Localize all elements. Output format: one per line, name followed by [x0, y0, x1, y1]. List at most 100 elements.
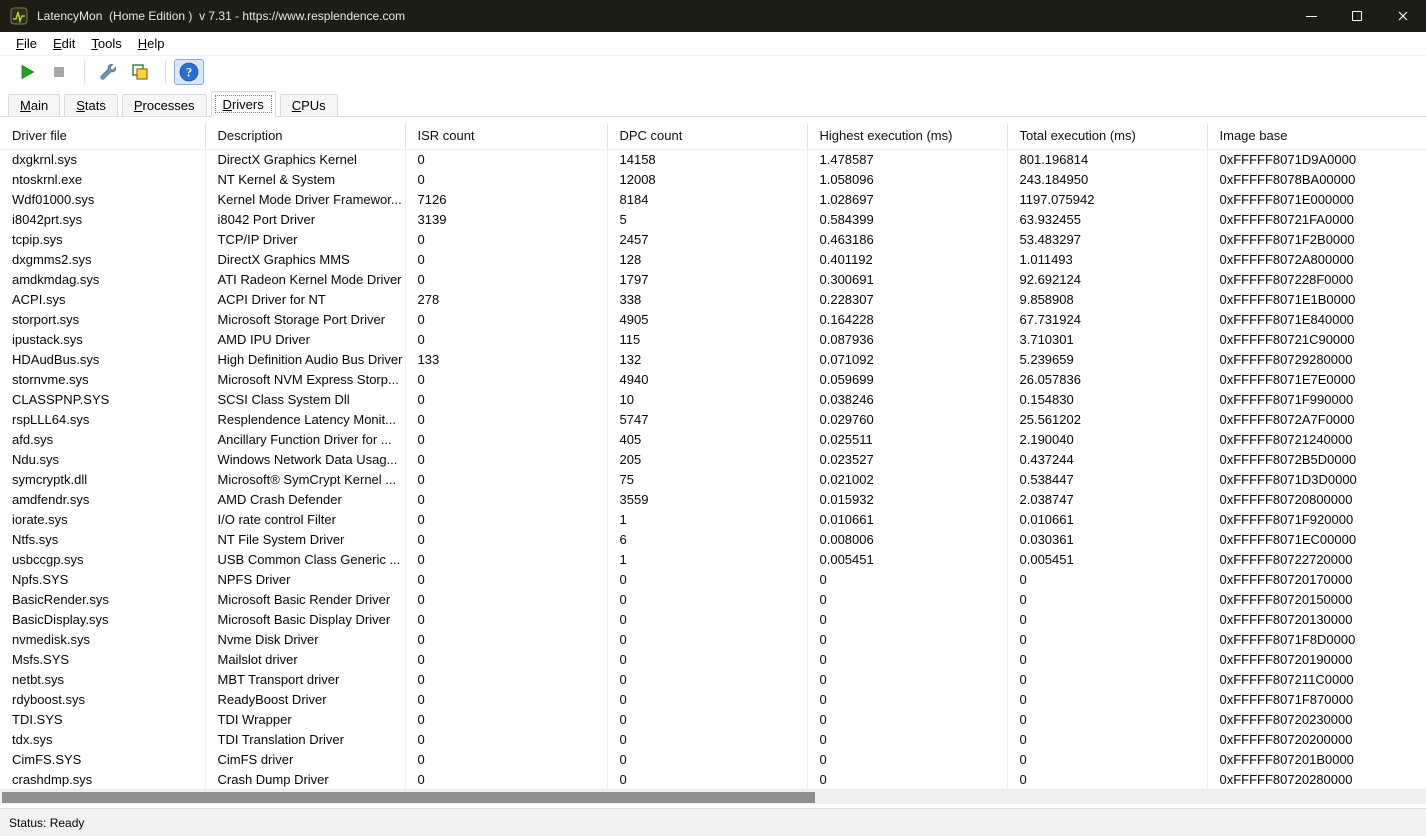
cell: 0xFFFFF8071E1B0000	[1207, 289, 1426, 309]
tab-stats[interactable]: Stats	[64, 94, 118, 116]
minimize-button[interactable]	[1288, 0, 1334, 32]
cell: Microsoft Basic Display Driver	[205, 609, 405, 629]
table-row[interactable]: rspLLL64.sysResplendence Latency Monit..…	[0, 409, 1426, 429]
maximize-button[interactable]	[1334, 0, 1380, 32]
cell: 0	[405, 429, 607, 449]
cell: Crash Dump Driver	[205, 769, 405, 789]
table-row[interactable]: HDAudBus.sysHigh Definition Audio Bus Dr…	[0, 349, 1426, 369]
table-row[interactable]: BasicDisplay.sysMicrosoft Basic Display …	[0, 609, 1426, 629]
table-row[interactable]: symcryptk.dllMicrosoft® SymCrypt Kernel …	[0, 469, 1426, 489]
column-header-isr-count[interactable]: ISR count	[405, 123, 607, 149]
cell: 3559	[607, 489, 807, 509]
tab-cpus[interactable]: CPUs	[280, 94, 338, 116]
cell: 0	[807, 649, 1007, 669]
menu-item-file[interactable]: File	[8, 34, 45, 53]
cell: 5.239659	[1007, 349, 1207, 369]
table-row[interactable]: BasicRender.sysMicrosoft Basic Render Dr…	[0, 589, 1426, 609]
table-row[interactable]: tcpip.sysTCP/IP Driver024570.46318653.48…	[0, 229, 1426, 249]
cell: 0	[807, 709, 1007, 729]
menubar: FileEditToolsHelp	[0, 32, 1426, 56]
column-header-highest-execution-ms-[interactable]: Highest execution (ms)	[807, 123, 1007, 149]
tab-drivers[interactable]: Drivers	[211, 91, 276, 117]
stop-monitor-button[interactable]	[44, 59, 74, 85]
table-row[interactable]: Ndu.sysWindows Network Data Usag...02050…	[0, 449, 1426, 469]
table-row[interactable]: Ntfs.sysNT File System Driver060.0080060…	[0, 529, 1426, 549]
cell: 0	[807, 689, 1007, 709]
horizontal-scrollbar[interactable]	[0, 789, 1426, 804]
cell: 0.059699	[807, 369, 1007, 389]
start-monitor-button[interactable]	[12, 59, 42, 85]
column-header-driver-file[interactable]: Driver file	[0, 123, 205, 149]
table-row[interactable]: rdyboost.sysReadyBoost Driver00000xFFFFF…	[0, 689, 1426, 709]
table-row[interactable]: TDI.SYSTDI Wrapper00000xFFFFF80720230000	[0, 709, 1426, 729]
cell: nvmedisk.sys	[0, 629, 205, 649]
column-header-total-execution-ms-[interactable]: Total execution (ms)	[1007, 123, 1207, 149]
cell: Wdf01000.sys	[0, 189, 205, 209]
table-row[interactable]: dxgkrnl.sysDirectX Graphics Kernel014158…	[0, 149, 1426, 169]
cell: 0xFFFFF8071EC00000	[1207, 529, 1426, 549]
report-view-button[interactable]	[125, 59, 155, 85]
table-row[interactable]: ACPI.sysACPI Driver for NT2783380.228307…	[0, 289, 1426, 309]
table-row[interactable]: ipustack.sysAMD IPU Driver01150.0879363.…	[0, 329, 1426, 349]
cell: 0	[405, 249, 607, 269]
cell: 0xFFFFF8071D9A0000	[1207, 149, 1426, 169]
cell: 0xFFFFF8071F920000	[1207, 509, 1426, 529]
play-icon	[18, 63, 36, 81]
cell: 0xFFFFF8072A7F0000	[1207, 409, 1426, 429]
table-row[interactable]: iorate.sysI/O rate control Filter010.010…	[0, 509, 1426, 529]
close-button[interactable]	[1380, 0, 1426, 32]
table-row[interactable]: usbccgp.sysUSB Common Class Generic ...0…	[0, 549, 1426, 569]
cell: rspLLL64.sys	[0, 409, 205, 429]
edit-options-button[interactable]	[93, 59, 123, 85]
cell: 0.030361	[1007, 529, 1207, 549]
cell: Ndu.sys	[0, 449, 205, 469]
table-row[interactable]: tdx.sysTDI Translation Driver00000xFFFFF…	[0, 729, 1426, 749]
menu-item-edit[interactable]: Edit	[45, 34, 83, 53]
table-row[interactable]: amdfendr.sysAMD Crash Defender035590.015…	[0, 489, 1426, 509]
cell: rdyboost.sys	[0, 689, 205, 709]
cell: 0	[405, 749, 607, 769]
table-row[interactable]: netbt.sysMBT Transport driver00000xFFFFF…	[0, 669, 1426, 689]
column-header-image-base[interactable]: Image base	[1207, 123, 1426, 149]
cell: 0xFFFFF80722720000	[1207, 549, 1426, 569]
table-row[interactable]: amdkmdag.sysATI Radeon Kernel Mode Drive…	[0, 269, 1426, 289]
table-row[interactable]: nvmedisk.sysNvme Disk Driver00000xFFFFF8…	[0, 629, 1426, 649]
status-text: Status: Ready	[9, 816, 84, 830]
table-row[interactable]: crashdmp.sysCrash Dump Driver00000xFFFFF…	[0, 769, 1426, 789]
drivers-table: Driver fileDescriptionISR countDPC count…	[0, 123, 1426, 789]
column-header-description[interactable]: Description	[205, 123, 405, 149]
cell: 0xFFFFF80720200000	[1207, 729, 1426, 749]
cell: 0	[405, 729, 607, 749]
cell: 0xFFFFF80721C90000	[1207, 329, 1426, 349]
table-row[interactable]: Npfs.SYSNPFS Driver00000xFFFFF8072017000…	[0, 569, 1426, 589]
cell: 0	[1007, 569, 1207, 589]
tab-processes[interactable]: Processes	[122, 94, 207, 116]
table-row[interactable]: stornvme.sysMicrosoft NVM Express Storp.…	[0, 369, 1426, 389]
table-row[interactable]: i8042prt.sysi8042 Port Driver313950.5843…	[0, 209, 1426, 229]
cell: 0.021002	[807, 469, 1007, 489]
scrollbar-thumb[interactable]	[2, 792, 815, 803]
table-row[interactable]: CLASSPNP.SYSSCSI Class System Dll0100.03…	[0, 389, 1426, 409]
cell: 0	[807, 729, 1007, 749]
cell: 0	[1007, 689, 1207, 709]
tab-main[interactable]: Main	[8, 94, 60, 116]
table-row[interactable]: CimFS.SYSCimFS driver00000xFFFFF807201B0…	[0, 749, 1426, 769]
cell: 0	[607, 589, 807, 609]
cell: 0	[405, 489, 607, 509]
cell: 10	[607, 389, 807, 409]
table-row[interactable]: dxgmms2.sysDirectX Graphics MMS01280.401…	[0, 249, 1426, 269]
table-row[interactable]: afd.sysAncillary Function Driver for ...…	[0, 429, 1426, 449]
table-row[interactable]: Msfs.SYSMailslot driver00000xFFFFF807201…	[0, 649, 1426, 669]
menu-item-help[interactable]: Help	[130, 34, 173, 53]
cell: 0	[405, 409, 607, 429]
menu-item-tools[interactable]: Tools	[83, 34, 129, 53]
column-header-dpc-count[interactable]: DPC count	[607, 123, 807, 149]
cell: 0xFFFFF8072B5D0000	[1207, 449, 1426, 469]
table-row[interactable]: storport.sysMicrosoft Storage Port Drive…	[0, 309, 1426, 329]
table-row[interactable]: ntoskrnl.exeNT Kernel & System0120081.05…	[0, 169, 1426, 189]
table-row[interactable]: Wdf01000.sysKernel Mode Driver Framewor.…	[0, 189, 1426, 209]
cell: ReadyBoost Driver	[205, 689, 405, 709]
cell: NT File System Driver	[205, 529, 405, 549]
help-button[interactable]: ?	[174, 59, 204, 85]
cell: TDI Wrapper	[205, 709, 405, 729]
